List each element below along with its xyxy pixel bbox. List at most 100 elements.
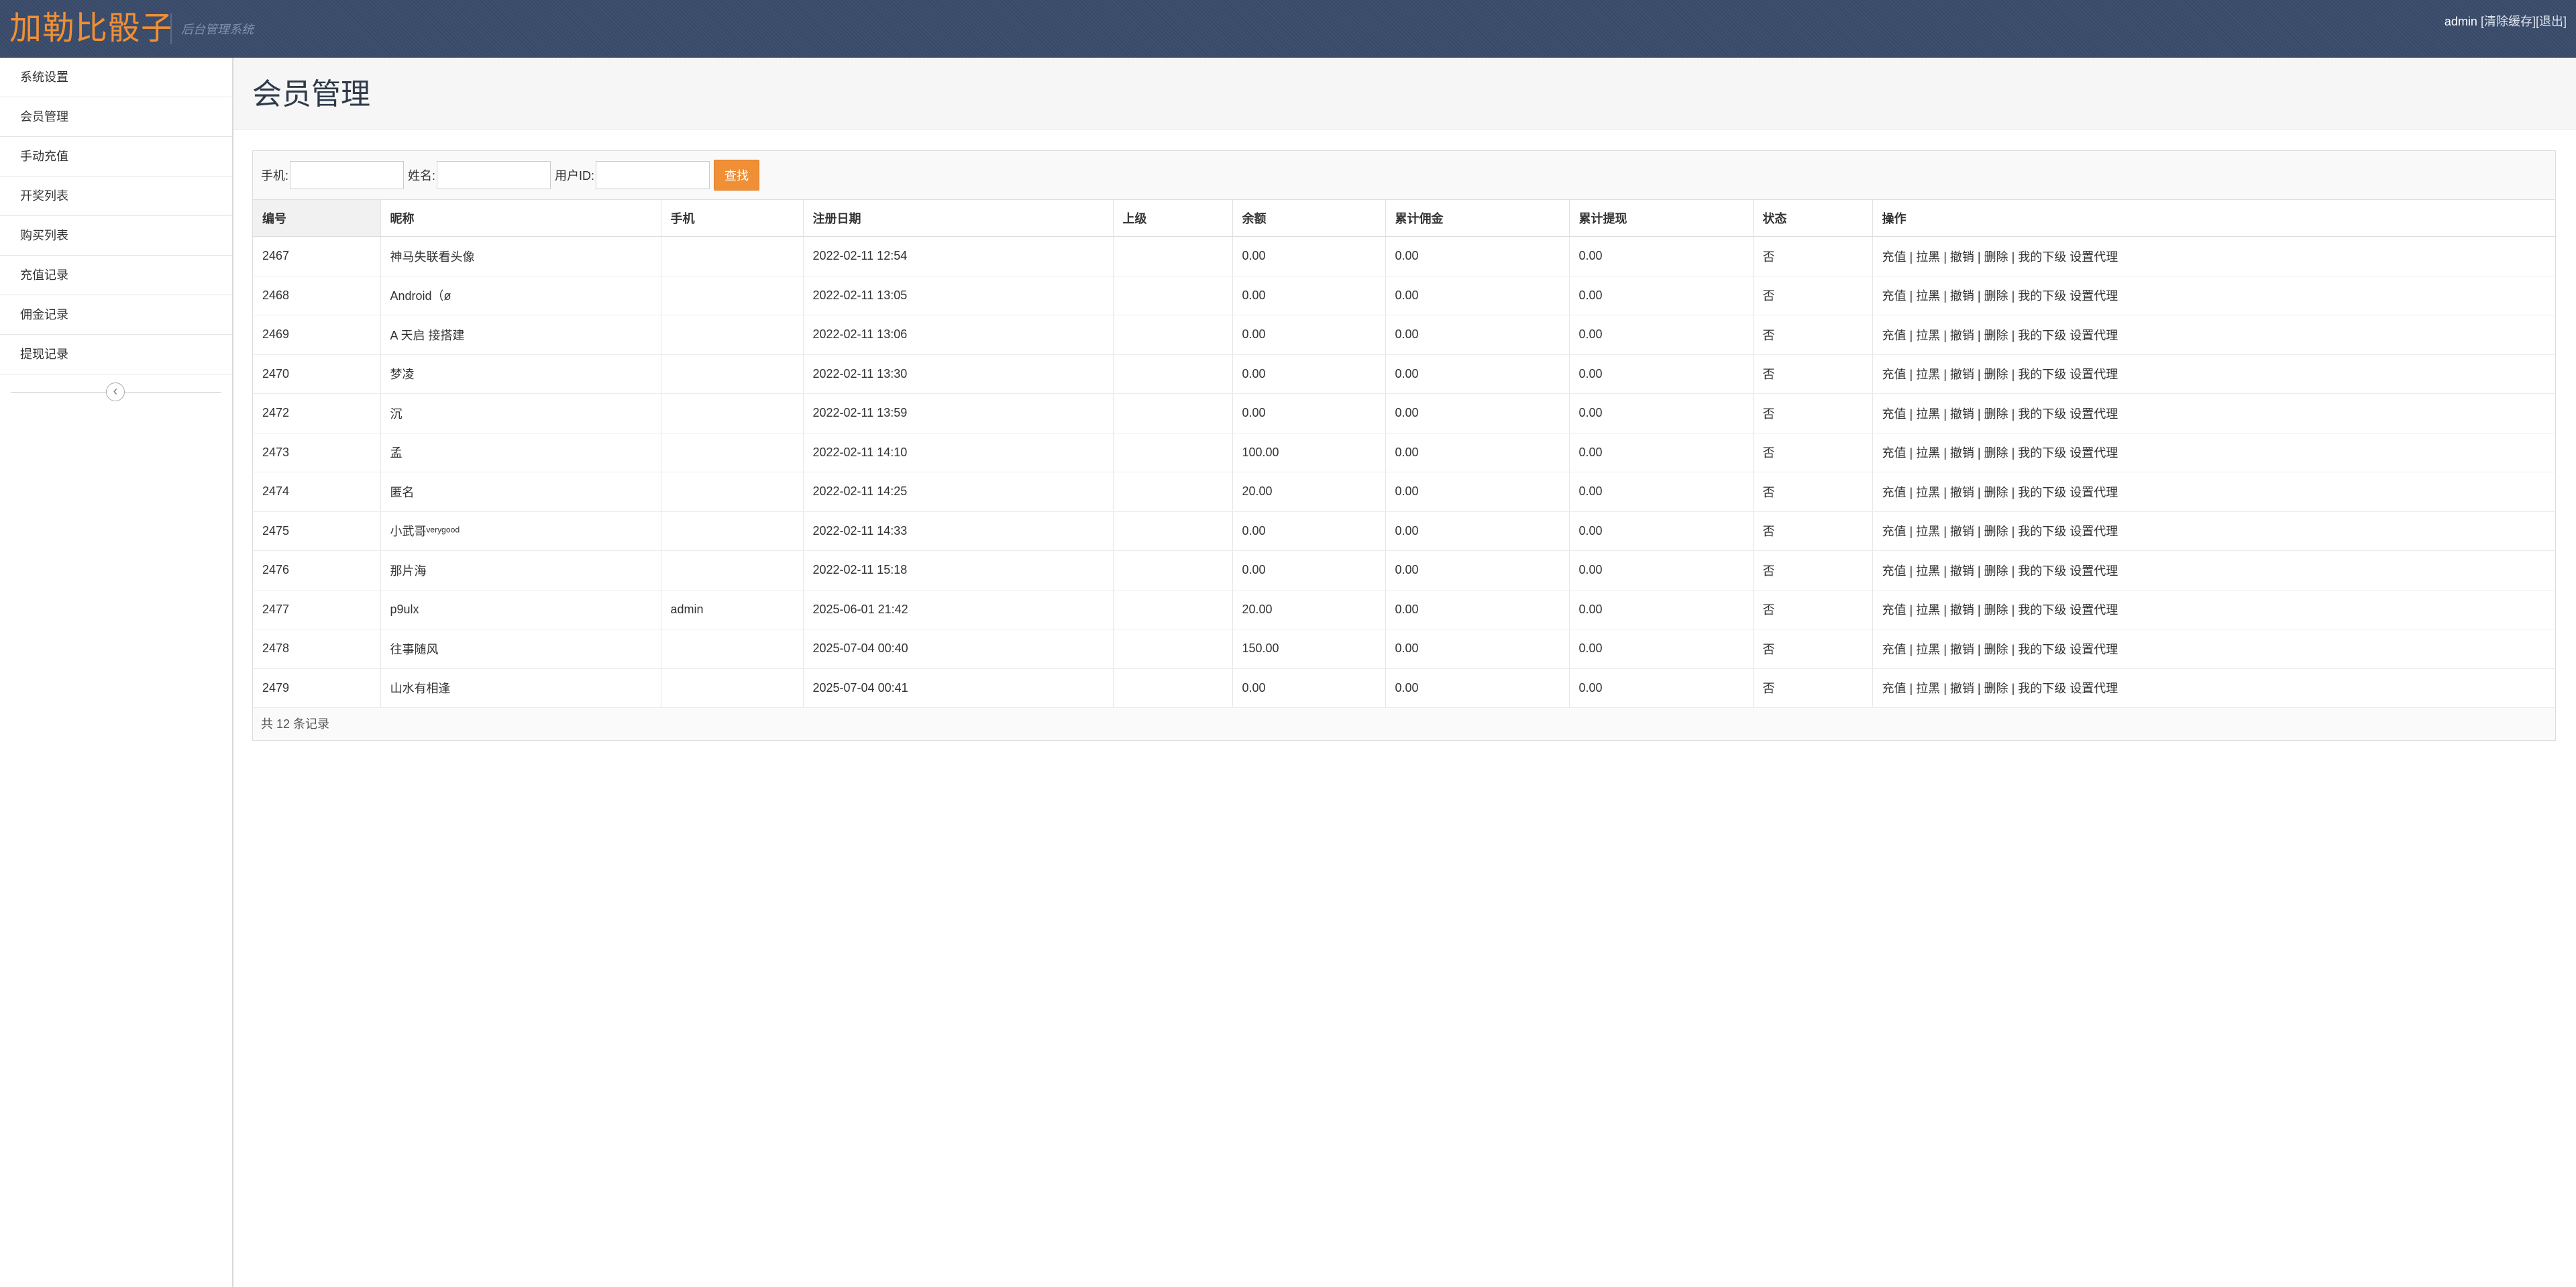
blacklist-link[interactable]: 拉黑 [1916,486,1940,499]
delete-link[interactable]: 删除 [1984,682,2008,695]
delete-link[interactable]: 删除 [1984,643,2008,656]
revoke-link[interactable]: 撤销 [1950,682,1974,695]
revoke-link[interactable]: 撤销 [1950,329,1974,342]
col-header-status[interactable]: 状态 [1753,200,1873,237]
my-subordinates-link[interactable]: 我的下级 [2018,368,2066,381]
set-agent-link[interactable]: 设置代理 [2070,329,2118,342]
sidebar-item-member-management[interactable]: 会员管理 [0,97,232,137]
brand-logo[interactable]: 加勒比骰子 [9,9,174,48]
delete-link[interactable]: 删除 [1984,525,2008,538]
delete-link[interactable]: 删除 [1984,368,2008,381]
sidebar-item-manual-recharge[interactable]: 手动充值 [0,137,232,176]
userid-input[interactable] [596,161,710,189]
delete-link[interactable]: 删除 [1984,446,2008,460]
phone-input[interactable] [290,161,405,189]
logout-link[interactable]: [退出] [2536,15,2567,28]
my-subordinates-link[interactable]: 我的下级 [2018,643,2066,656]
delete-link[interactable]: 删除 [1984,407,2008,421]
delete-link[interactable]: 删除 [1984,289,2008,303]
recharge-link[interactable]: 充值 [1882,486,1907,499]
recharge-link[interactable]: 充值 [1882,329,1907,342]
revoke-link[interactable]: 撤销 [1950,446,1974,460]
delete-link[interactable]: 删除 [1984,603,2008,617]
recharge-link[interactable]: 充值 [1882,446,1907,460]
sidebar-item-withdraw-records[interactable]: 提现记录 [0,335,232,374]
blacklist-link[interactable]: 拉黑 [1916,250,1940,264]
revoke-link[interactable]: 撤销 [1950,564,1974,578]
delete-link[interactable]: 删除 [1984,564,2008,578]
sidebar-item-commission-records[interactable]: 佣金记录 [0,295,232,335]
revoke-link[interactable]: 撤销 [1950,525,1974,538]
blacklist-link[interactable]: 拉黑 [1916,407,1940,421]
blacklist-link[interactable]: 拉黑 [1916,525,1940,538]
blacklist-link[interactable]: 拉黑 [1916,368,1940,381]
blacklist-link[interactable]: 拉黑 [1916,289,1940,303]
search-button[interactable]: 查找 [714,160,760,191]
recharge-link[interactable]: 充值 [1882,368,1907,381]
sidebar-item-draw-list[interactable]: 开奖列表 [0,176,232,216]
sidebar-item-system-settings[interactable]: 系统设置 [0,58,232,97]
cell-balance: 0.00 [1232,315,1386,355]
col-header-withdraw[interactable]: 累计提现 [1569,200,1754,237]
my-subordinates-link[interactable]: 我的下级 [2018,682,2066,695]
blacklist-link[interactable]: 拉黑 [1916,564,1940,578]
col-header-register-date[interactable]: 注册日期 [803,200,1114,237]
revoke-link[interactable]: 撤销 [1950,250,1974,264]
revoke-link[interactable]: 撤销 [1950,368,1974,381]
set-agent-link[interactable]: 设置代理 [2070,525,2118,538]
blacklist-link[interactable]: 拉黑 [1916,643,1940,656]
col-header-phone[interactable]: 手机 [661,200,804,237]
set-agent-link[interactable]: 设置代理 [2070,486,2118,499]
recharge-link[interactable]: 充值 [1882,682,1907,695]
col-header-id[interactable]: 编号 [253,200,381,237]
col-header-nickname[interactable]: 昵称 [380,200,661,237]
revoke-link[interactable]: 撤销 [1950,289,1974,303]
sidebar-item-purchase-list[interactable]: 购买列表 [0,216,232,256]
col-header-commission[interactable]: 累计佣金 [1385,200,1570,237]
set-agent-link[interactable]: 设置代理 [2070,368,2118,381]
my-subordinates-link[interactable]: 我的下级 [2018,329,2066,342]
cell-withdraw: 0.00 [1569,590,1754,629]
revoke-link[interactable]: 撤销 [1950,407,1974,421]
my-subordinates-link[interactable]: 我的下级 [2018,289,2066,303]
set-agent-link[interactable]: 设置代理 [2070,643,2118,656]
set-agent-link[interactable]: 设置代理 [2070,407,2118,421]
cell-balance: 0.00 [1232,354,1386,394]
delete-link[interactable]: 删除 [1984,486,2008,499]
blacklist-link[interactable]: 拉黑 [1916,603,1940,617]
set-agent-link[interactable]: 设置代理 [2070,564,2118,578]
col-header-balance[interactable]: 余额 [1232,200,1386,237]
blacklist-link[interactable]: 拉黑 [1916,446,1940,460]
my-subordinates-link[interactable]: 我的下级 [2018,250,2066,264]
my-subordinates-link[interactable]: 我的下级 [2018,407,2066,421]
set-agent-link[interactable]: 设置代理 [2070,446,2118,460]
recharge-link[interactable]: 充值 [1882,525,1907,538]
revoke-link[interactable]: 撤销 [1950,603,1974,617]
set-agent-link[interactable]: 设置代理 [2070,682,2118,695]
set-agent-link[interactable]: 设置代理 [2070,250,2118,264]
set-agent-link[interactable]: 设置代理 [2070,603,2118,617]
recharge-link[interactable]: 充值 [1882,643,1907,656]
my-subordinates-link[interactable]: 我的下级 [2018,446,2066,460]
recharge-link[interactable]: 充值 [1882,407,1907,421]
set-agent-link[interactable]: 设置代理 [2070,289,2118,303]
blacklist-link[interactable]: 拉黑 [1916,329,1940,342]
my-subordinates-link[interactable]: 我的下级 [2018,525,2066,538]
blacklist-link[interactable]: 拉黑 [1916,682,1940,695]
recharge-link[interactable]: 充值 [1882,250,1907,264]
delete-link[interactable]: 删除 [1984,329,2008,342]
my-subordinates-link[interactable]: 我的下级 [2018,603,2066,617]
my-subordinates-link[interactable]: 我的下级 [2018,486,2066,499]
recharge-link[interactable]: 充值 [1882,564,1907,578]
sidebar-item-recharge-records[interactable]: 充值记录 [0,256,232,295]
delete-link[interactable]: 删除 [1984,250,2008,264]
revoke-link[interactable]: 撤销 [1950,643,1974,656]
recharge-link[interactable]: 充值 [1882,603,1907,617]
my-subordinates-link[interactable]: 我的下级 [2018,564,2066,578]
recharge-link[interactable]: 充值 [1882,289,1907,303]
col-header-parent[interactable]: 上级 [1113,200,1233,237]
clear-cache-link[interactable]: [清除缓存] [2481,15,2536,28]
name-input[interactable] [437,161,551,189]
chevron-left-icon[interactable]: ‹ [106,382,125,401]
revoke-link[interactable]: 撤销 [1950,486,1974,499]
